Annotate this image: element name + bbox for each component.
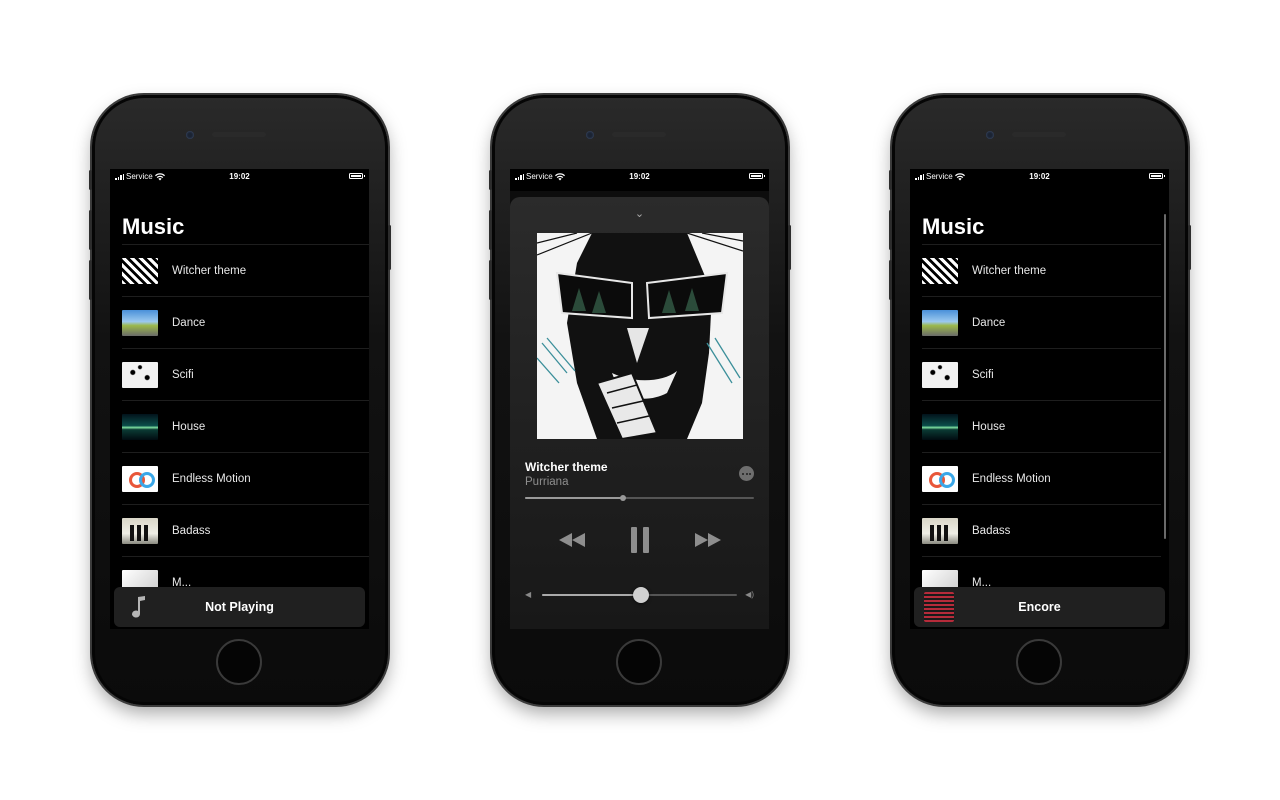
speaker bbox=[212, 132, 266, 137]
track-label: Scifi bbox=[172, 368, 194, 381]
speaker bbox=[612, 132, 666, 137]
status-bar: Service 19:02 bbox=[510, 169, 769, 183]
list-item[interactable]: Endless Motion bbox=[922, 452, 1161, 504]
camera bbox=[186, 131, 194, 139]
rewind-button[interactable] bbox=[558, 527, 586, 553]
list-item[interactable]: Badass bbox=[922, 504, 1161, 556]
volume-knob[interactable] bbox=[633, 587, 650, 603]
pause-button[interactable] bbox=[626, 527, 654, 553]
album-art bbox=[922, 309, 958, 336]
phone-center: Service 19:02 ⌄ Witcher theme Purriana ◀… bbox=[489, 95, 791, 705]
now-playing-sheet: ⌄ Witcher theme Purriana ◀ ◀) bbox=[510, 191, 769, 629]
album-art bbox=[122, 465, 158, 492]
list-item[interactable]: Dance bbox=[922, 296, 1161, 348]
track-list: Witcher theme Dance Scifi House Endless … bbox=[922, 244, 1161, 608]
track-label: House bbox=[172, 420, 206, 433]
status-bar: Service 19:02 bbox=[910, 169, 1169, 183]
phone-right: Service 19:02 Music Witcher theme Dance … bbox=[889, 95, 1191, 705]
more-icon[interactable] bbox=[739, 466, 754, 481]
scrollbar[interactable] bbox=[1164, 214, 1166, 539]
phone-left: Service 19:02 Music Witcher theme Dance … bbox=[89, 95, 391, 705]
status-time: 19:02 bbox=[229, 172, 250, 181]
album-artwork bbox=[537, 233, 743, 439]
screen-left: Service 19:02 Music Witcher theme Dance … bbox=[110, 169, 369, 629]
volume-high-icon: ◀) bbox=[745, 590, 754, 599]
battery-icon bbox=[349, 173, 365, 179]
battery-icon bbox=[1149, 173, 1165, 179]
volume-slider[interactable]: ◀ ◀) bbox=[525, 587, 754, 603]
list-item[interactable]: Scifi bbox=[122, 348, 369, 400]
album-art bbox=[922, 257, 958, 284]
track-label: Badass bbox=[972, 524, 1011, 537]
list-item[interactable]: Witcher theme bbox=[122, 244, 369, 296]
list-item[interactable]: Dance bbox=[122, 296, 369, 348]
now-playing-title: Witcher theme bbox=[525, 460, 608, 474]
fast-forward-icon bbox=[695, 533, 721, 547]
speaker bbox=[1012, 132, 1066, 137]
dismiss-grabber-icon[interactable]: ⌄ bbox=[510, 207, 769, 220]
track-label: Witcher theme bbox=[972, 264, 1047, 277]
mini-player[interactable]: Not Playing bbox=[114, 587, 365, 627]
pause-icon bbox=[631, 527, 649, 553]
track-label: Dance bbox=[172, 316, 206, 329]
list-item[interactable]: House bbox=[922, 400, 1161, 452]
camera bbox=[986, 131, 994, 139]
mini-player[interactable]: Encore bbox=[914, 587, 1165, 627]
volume-low-icon: ◀ bbox=[525, 590, 532, 599]
album-art bbox=[922, 465, 958, 492]
home-button[interactable] bbox=[216, 639, 262, 685]
album-art bbox=[122, 257, 158, 284]
status-bar: Service 19:02 bbox=[110, 169, 369, 183]
status-time: 19:02 bbox=[1029, 172, 1050, 181]
volume-fill bbox=[542, 594, 642, 596]
playback-progress-bar[interactable] bbox=[525, 495, 754, 501]
fast-forward-button[interactable] bbox=[694, 527, 722, 553]
track-label: Dance bbox=[972, 316, 1006, 329]
list-item[interactable]: Scifi bbox=[922, 348, 1161, 400]
album-art bbox=[122, 309, 158, 336]
track-label: Witcher theme bbox=[172, 264, 247, 277]
track-label: Endless Motion bbox=[972, 472, 1051, 485]
battery-icon bbox=[749, 173, 765, 179]
home-button[interactable] bbox=[616, 639, 662, 685]
screen-right: Service 19:02 Music Witcher theme Dance … bbox=[910, 169, 1169, 629]
album-art bbox=[922, 517, 958, 544]
progress-fill bbox=[525, 497, 624, 499]
track-list: Witcher theme Dance Scifi House Endless … bbox=[122, 244, 369, 608]
home-button[interactable] bbox=[1016, 639, 1062, 685]
page-title: Music bbox=[922, 214, 985, 239]
rewind-icon bbox=[559, 533, 585, 547]
list-item[interactable]: Endless Motion bbox=[122, 452, 369, 504]
album-art bbox=[922, 413, 958, 440]
album-art bbox=[122, 361, 158, 388]
track-label: Scifi bbox=[972, 368, 994, 381]
status-time: 19:02 bbox=[629, 172, 650, 181]
progress-scrubber[interactable] bbox=[620, 495, 627, 501]
album-art bbox=[122, 413, 158, 440]
album-art bbox=[122, 517, 158, 544]
mini-player-artwork bbox=[924, 592, 954, 622]
track-label: Endless Motion bbox=[172, 472, 251, 485]
track-label: House bbox=[972, 420, 1006, 433]
now-playing-artist[interactable]: Purriana bbox=[525, 476, 568, 488]
music-note-icon bbox=[124, 592, 154, 622]
page-title: Music bbox=[122, 214, 185, 239]
screen-center: Service 19:02 ⌄ Witcher theme Purriana ◀… bbox=[510, 169, 769, 629]
album-art bbox=[922, 361, 958, 388]
transport-controls bbox=[510, 527, 769, 553]
track-label: Badass bbox=[172, 524, 211, 537]
list-item[interactable]: Badass bbox=[122, 504, 369, 556]
list-item[interactable]: Witcher theme bbox=[922, 244, 1161, 296]
list-item[interactable]: House bbox=[122, 400, 369, 452]
camera bbox=[586, 131, 594, 139]
